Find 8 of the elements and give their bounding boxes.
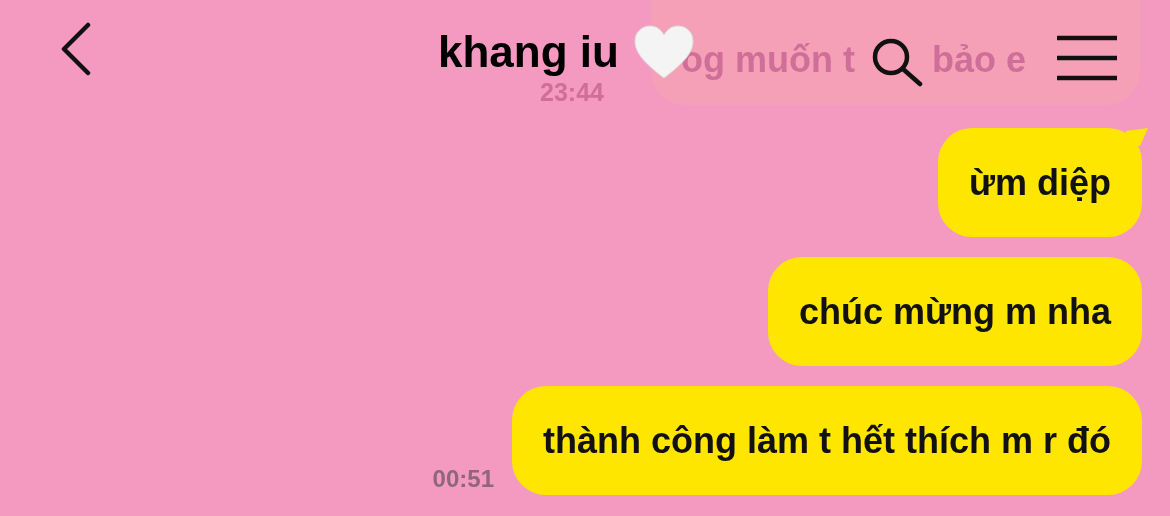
message-time: 00:51: [432, 465, 494, 493]
chat-title: khang iu: [438, 26, 619, 78]
bubble-tail: [1126, 128, 1148, 146]
message-bubble: chúc mừng m nha: [767, 257, 1142, 366]
menu-icon[interactable]: [1057, 35, 1117, 81]
back-icon[interactable]: [60, 22, 92, 76]
search-icon[interactable]: [870, 37, 924, 87]
message-bubble: thành công làm t hết thích m r đó: [512, 386, 1142, 495]
